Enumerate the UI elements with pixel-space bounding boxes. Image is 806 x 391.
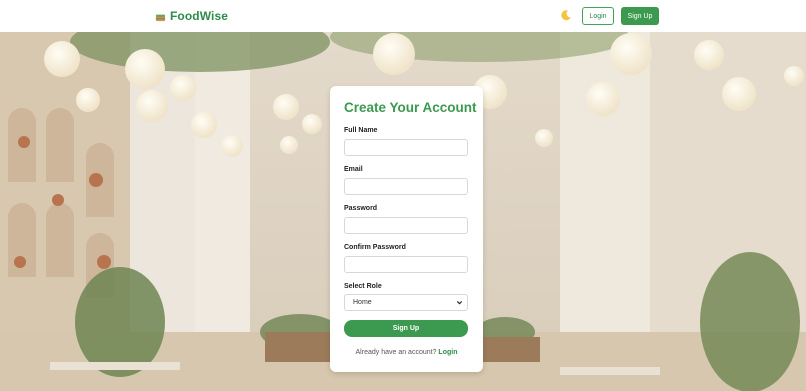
chevron-down-icon: [456, 301, 463, 305]
login-prompt-text: Already have an account?: [355, 349, 437, 356]
full-name-label: Full Name: [344, 127, 378, 134]
login-link[interactable]: Login: [438, 349, 457, 356]
brand-logo[interactable]: FoodWise: [155, 9, 228, 23]
brand-name: FoodWise: [170, 9, 229, 23]
moon-icon[interactable]: [560, 9, 572, 21]
password-input[interactable]: [344, 217, 468, 234]
role-selected-value: Home: [353, 299, 372, 306]
login-button[interactable]: Login: [582, 7, 614, 25]
login-prompt: Already have an account? Login: [330, 349, 483, 356]
form-title: Create Your Account: [344, 100, 477, 115]
top-navbar: FoodWise Login Sign Up: [0, 0, 806, 32]
role-select[interactable]: Home: [344, 294, 468, 311]
email-label: Email: [344, 166, 363, 173]
password-label: Password: [344, 205, 378, 212]
signup-form-card: Create Your Account Full Name Email Pass…: [330, 86, 483, 372]
signup-button[interactable]: Sign Up: [621, 7, 659, 25]
submit-signup-button[interactable]: Sign Up: [344, 320, 468, 337]
email-input[interactable]: [344, 178, 468, 195]
confirm-password-label: Confirm Password: [344, 244, 406, 251]
confirm-password-input[interactable]: [344, 256, 468, 273]
full-name-input[interactable]: [344, 139, 468, 156]
role-label: Select Role: [344, 283, 382, 290]
cake-icon: [155, 14, 166, 21]
